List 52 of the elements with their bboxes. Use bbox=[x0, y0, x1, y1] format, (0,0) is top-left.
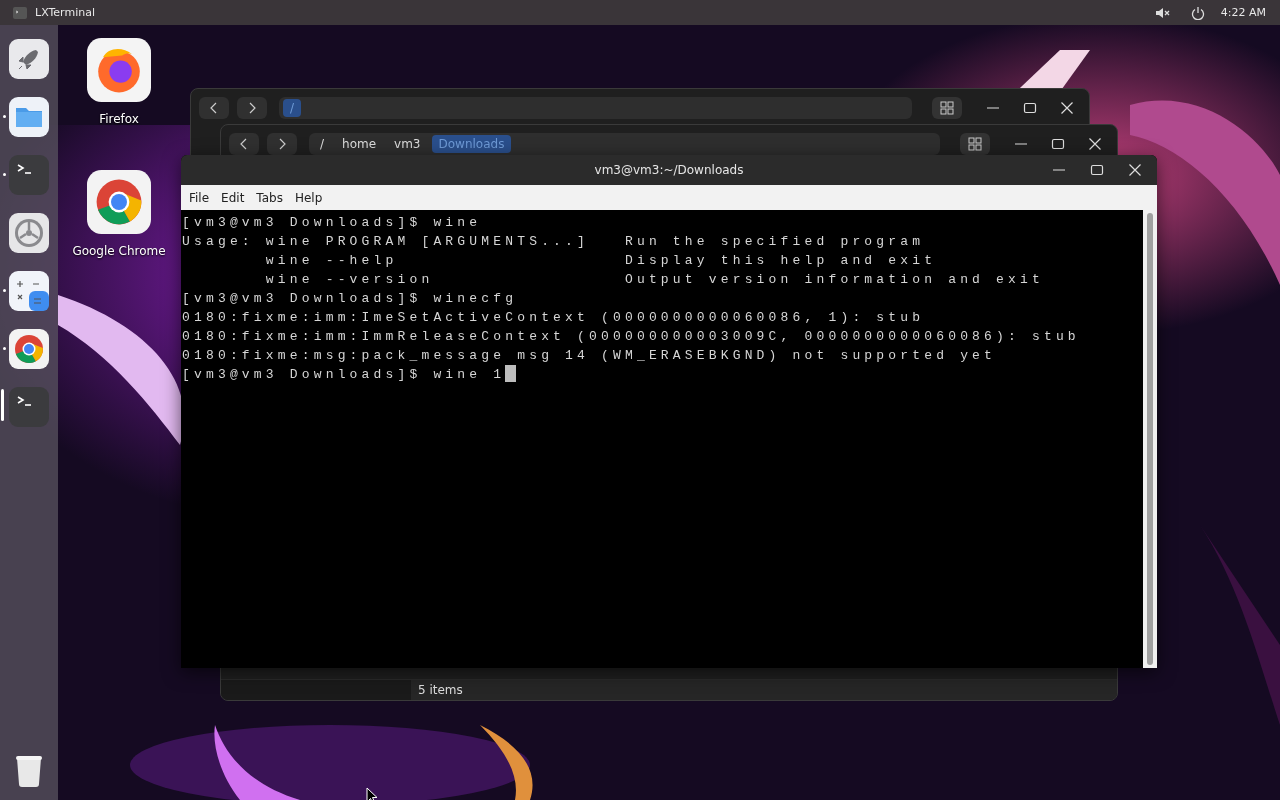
terminal-line: [vm3@vm3 Downloads]$ winecfg bbox=[182, 291, 518, 306]
terminal-line: Usage: wine PROGRAM [ARGUMENTS...] Run the specified program bbox=[182, 234, 925, 249]
chrome-icon[interactable] bbox=[87, 170, 151, 234]
close-icon bbox=[1128, 163, 1142, 177]
scrollbar[interactable] bbox=[1143, 210, 1157, 668]
path-segment[interactable]: / bbox=[313, 135, 332, 153]
scrollbar-thumb[interactable] bbox=[1147, 213, 1153, 665]
mouse-pointer-icon bbox=[366, 787, 378, 800]
firefox-icon[interactable] bbox=[87, 38, 151, 102]
menu-item[interactable]: Help bbox=[288, 187, 329, 208]
menu-item[interactable]: File bbox=[183, 187, 216, 208]
back-button[interactable] bbox=[199, 97, 229, 119]
forward-button[interactable] bbox=[237, 97, 267, 119]
grid-icon bbox=[968, 137, 982, 151]
path-bar[interactable]: / home vm3 Downloads bbox=[309, 133, 940, 155]
terminal-line: wine --help Display this help and exit bbox=[264, 253, 937, 268]
terminal-line: [vm3@vm3 Downloads]$ wine 1 bbox=[182, 367, 506, 382]
rocket-icon[interactable] bbox=[9, 39, 49, 79]
forward-button[interactable] bbox=[267, 133, 297, 155]
terminal-line: 0180:fixme:imm:ImeSetActiveContext (0000000000060086, 1): stub bbox=[182, 310, 925, 325]
clock[interactable]: 4:22 AM bbox=[1220, 6, 1266, 19]
app-title: LXTerminal bbox=[35, 6, 95, 19]
power-icon[interactable] bbox=[1190, 5, 1205, 20]
gear-icon[interactable] bbox=[9, 213, 49, 253]
terminal-line: 0180:fixme:msg:pack_message msg 14 (WM_ERASEBKGND) not supported yet bbox=[182, 348, 997, 363]
mute-icon[interactable] bbox=[1154, 6, 1171, 19]
calculator-icon[interactable] bbox=[9, 271, 49, 311]
close-icon bbox=[1060, 101, 1074, 115]
maximize-icon bbox=[1051, 137, 1065, 151]
path-segment[interactable]: home bbox=[335, 135, 384, 153]
terminal-icon[interactable] bbox=[9, 155, 49, 195]
desktop-icon-label[interactable]: Google Chrome bbox=[72, 244, 166, 258]
terminal-icon[interactable] bbox=[9, 387, 49, 427]
chrome-icon[interactable] bbox=[9, 329, 49, 369]
folder-icon[interactable] bbox=[9, 97, 49, 137]
menu-item[interactable]: Edit bbox=[215, 187, 251, 208]
back-button[interactable] bbox=[229, 133, 259, 155]
terminal-line: 0180:fixme:imm:ImmReleaseContext (000000000003009C, 0000000000060086): stub bbox=[182, 329, 1080, 344]
status-text: 5 items bbox=[411, 680, 1117, 700]
window-title: vm3@vm3:~/Downloads bbox=[594, 163, 744, 177]
maximize-icon bbox=[1090, 163, 1104, 177]
close-icon bbox=[1088, 137, 1102, 151]
view-grid-button[interactable] bbox=[932, 97, 962, 119]
view-grid-button[interactable] bbox=[960, 133, 990, 155]
terminal-icon bbox=[13, 6, 27, 19]
path-segment[interactable]: vm3 bbox=[387, 135, 428, 153]
terminal-line: [vm3@vm3 Downloads]$ wine bbox=[182, 215, 482, 230]
terminal-line: wine --version Output version information and exit bbox=[264, 272, 1044, 287]
maximize-icon bbox=[1023, 101, 1037, 115]
menu-item[interactable]: Tabs bbox=[250, 187, 289, 208]
desktop-icon-label[interactable]: Firefox bbox=[99, 112, 139, 126]
grid-icon bbox=[940, 101, 954, 115]
